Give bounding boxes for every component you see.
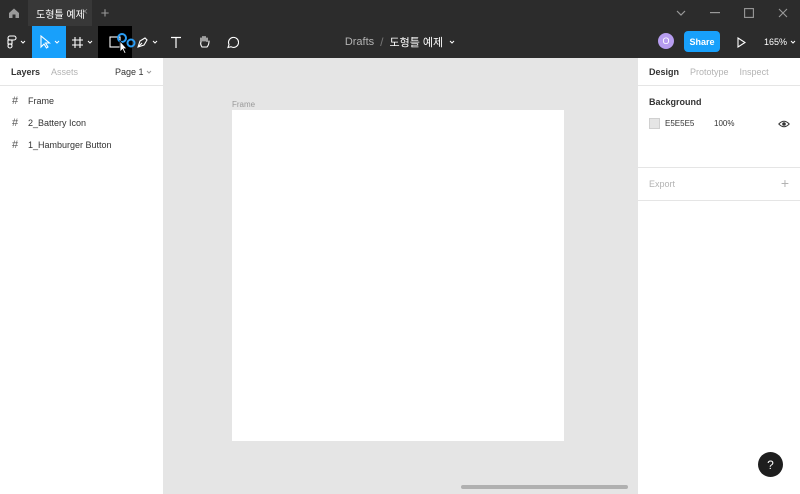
- window-controls: [664, 0, 800, 26]
- export-section: Export +: [638, 168, 800, 201]
- background-swatch[interactable]: [649, 118, 660, 129]
- close-window-icon[interactable]: [766, 0, 800, 26]
- frame[interactable]: [232, 110, 564, 441]
- file-name[interactable]: 도형틀 예제: [390, 34, 444, 50]
- frame-hash-icon: #: [12, 95, 19, 107]
- title-bar: 도형틀 예제 × +: [0, 0, 800, 26]
- figma-logo-icon: [6, 35, 17, 49]
- pen-tool-button[interactable]: [132, 26, 162, 58]
- frame-hash-icon: #: [12, 117, 19, 129]
- share-button[interactable]: Share: [684, 31, 720, 52]
- chevron-down-icon: [146, 70, 152, 74]
- file-tab-title: 도형틀 예제: [36, 9, 85, 21]
- layer-name: 1_Hamburger Button: [28, 140, 112, 150]
- avatar[interactable]: O: [658, 33, 674, 49]
- chevron-down-icon[interactable]: [664, 0, 698, 26]
- layer-item[interactable]: # 1_Hamburger Button: [0, 134, 163, 156]
- new-tab-button[interactable]: +: [92, 0, 118, 26]
- present-play-icon[interactable]: [734, 34, 748, 50]
- frame-tool-button[interactable]: [66, 26, 98, 58]
- breadcrumb-drafts[interactable]: Drafts: [345, 36, 374, 48]
- eye-icon[interactable]: [778, 119, 790, 129]
- minimize-icon[interactable]: [698, 0, 732, 26]
- pen-icon: [137, 36, 148, 48]
- layer-item[interactable]: # 2_Battery Icon: [0, 112, 163, 134]
- text-icon: [171, 36, 181, 48]
- chevron-down-icon[interactable]: [449, 39, 455, 45]
- left-panel-tabs: Layers Assets Page 1: [0, 58, 163, 86]
- main-menu-button[interactable]: [0, 26, 32, 58]
- right-panel-tabs: Design Prototype Inspect: [638, 58, 800, 86]
- comment-icon: [226, 36, 239, 48]
- tab-assets[interactable]: Assets: [51, 67, 78, 77]
- frame-label[interactable]: Frame: [232, 100, 255, 109]
- frame-hash-icon: #: [12, 139, 19, 151]
- layer-name: 2_Battery Icon: [28, 118, 87, 128]
- comment-tool-button[interactable]: [218, 26, 246, 58]
- tab-inspect[interactable]: Inspect: [740, 67, 769, 77]
- hand-icon: [199, 35, 210, 48]
- close-tab-icon[interactable]: ×: [82, 6, 88, 18]
- chevron-down-icon: [87, 40, 93, 44]
- page-selector-label: Page 1: [114, 67, 144, 77]
- layer-name: Frame: [28, 96, 55, 106]
- chevron-down-icon: [20, 40, 25, 44]
- chevron-down-icon: [152, 40, 158, 44]
- layers-panel: Layers Assets Page 1 # Frame # 2_Battery…: [0, 58, 164, 494]
- hand-tool-button[interactable]: [190, 26, 218, 58]
- help-button[interactable]: ?: [758, 452, 783, 477]
- home-icon[interactable]: [0, 0, 28, 26]
- background-title: Background: [649, 97, 702, 107]
- add-export-button[interactable]: +: [781, 175, 789, 191]
- background-hex-input[interactable]: E5E5E5: [665, 119, 694, 128]
- background-section: Background E5E5E5 100%: [638, 86, 800, 168]
- background-opacity-input[interactable]: 100%: [714, 119, 734, 128]
- layer-item[interactable]: # Frame: [0, 90, 163, 112]
- hash-icon: [72, 36, 83, 48]
- tab-prototype[interactable]: Prototype: [690, 67, 729, 77]
- tab-layers[interactable]: Layers: [11, 67, 40, 77]
- maximize-icon[interactable]: [732, 0, 766, 26]
- page-selector[interactable]: Page 1: [115, 67, 152, 77]
- shape-tool-button[interactable]: [98, 26, 136, 58]
- design-panel: Design Prototype Inspect Background E5E5…: [637, 58, 800, 494]
- breadcrumb-separator: /: [380, 35, 384, 49]
- export-title: Export: [649, 179, 676, 189]
- chevron-down-icon: [54, 40, 59, 44]
- canvas[interactable]: Frame: [165, 58, 637, 494]
- move-tool-button[interactable]: [32, 26, 66, 58]
- cursor-icon: [39, 35, 51, 49]
- chevron-down-icon: [790, 40, 796, 44]
- tab-design[interactable]: Design: [649, 67, 679, 77]
- toolbar: Drafts / 도형틀 예제 O Share 165%: [0, 26, 800, 58]
- zoom-level: 165%: [764, 37, 788, 47]
- file-tab[interactable]: 도형틀 예제 ×: [28, 0, 92, 26]
- horizontal-scrollbar[interactable]: [461, 485, 628, 489]
- click-indicator-icon: [117, 33, 136, 55]
- zoom-menu[interactable]: 165%: [764, 26, 796, 58]
- text-tool-button[interactable]: [162, 26, 190, 58]
